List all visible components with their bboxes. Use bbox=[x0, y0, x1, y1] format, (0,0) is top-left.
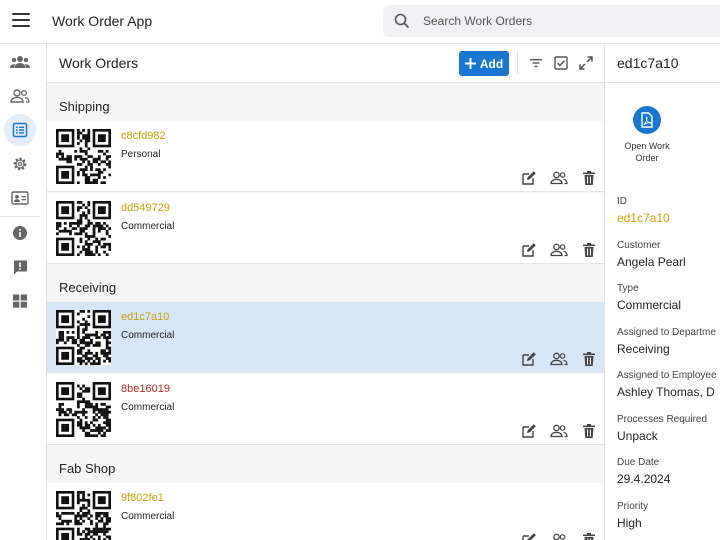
expand-icon[interactable] bbox=[578, 55, 594, 71]
nav-dashboard[interactable] bbox=[4, 285, 36, 317]
detail-field-label: Assigned to Departme bbox=[617, 326, 716, 338]
nav-employees[interactable] bbox=[4, 80, 36, 112]
open-work-order-button[interactable]: Open Work Order bbox=[618, 106, 676, 164]
detail-field-value: Unpack bbox=[617, 428, 658, 443]
edit-icon[interactable] bbox=[521, 532, 537, 540]
delete-icon[interactable] bbox=[581, 532, 597, 540]
plus-icon bbox=[464, 58, 476, 69]
edit-icon[interactable] bbox=[521, 351, 537, 367]
detail-field-value: Ashley Thomas, D bbox=[617, 385, 715, 399]
detail-field-label: Priority bbox=[617, 500, 649, 512]
detail-field-label: Customer bbox=[617, 239, 661, 251]
open-work-order-label: Open Work Order bbox=[624, 141, 670, 163]
edit-icon[interactable] bbox=[521, 423, 537, 439]
gear-icon bbox=[13, 157, 27, 171]
work-order-row[interactable]: 8be16019 Commercial bbox=[47, 374, 604, 445]
nav-contacts[interactable] bbox=[4, 182, 36, 214]
groups-icon bbox=[10, 56, 30, 68]
qr-code bbox=[56, 310, 111, 365]
work-order-id: ed1c7a10 bbox=[121, 311, 170, 323]
assign-people-icon[interactable] bbox=[550, 351, 568, 367]
add-button-label: Add bbox=[479, 56, 504, 71]
nav-customers[interactable] bbox=[4, 46, 36, 78]
assign-people-icon[interactable] bbox=[550, 532, 568, 540]
nav-settings[interactable] bbox=[4, 148, 36, 180]
top-app-bar: Work Order App bbox=[0, 0, 720, 44]
detail-field-value: 29.4.2024 bbox=[617, 472, 671, 486]
delete-icon[interactable] bbox=[581, 351, 597, 367]
info-icon bbox=[13, 226, 27, 240]
work-order-row[interactable]: 9f802fe1 Commercial bbox=[47, 483, 604, 540]
work-order-row[interactable]: dd549729 Commercial bbox=[47, 193, 604, 264]
search-icon bbox=[394, 13, 410, 29]
checkbox-icon[interactable] bbox=[553, 55, 569, 71]
search-input[interactable] bbox=[423, 5, 713, 37]
feedback-icon bbox=[14, 260, 27, 275]
search-box[interactable] bbox=[383, 5, 720, 37]
work-order-id: c8cfd982 bbox=[121, 130, 166, 142]
assign-people-icon[interactable] bbox=[550, 423, 568, 439]
detail-field-value: Receiving bbox=[617, 341, 670, 356]
qr-code bbox=[56, 129, 111, 184]
list-header: Work Orders Add bbox=[47, 44, 604, 83]
nav-feedback[interactable] bbox=[4, 251, 36, 283]
dashboard-icon bbox=[13, 294, 27, 308]
work-order-type: Commercial bbox=[121, 511, 175, 522]
nav-info[interactable] bbox=[4, 217, 36, 249]
add-button[interactable]: Add bbox=[459, 51, 509, 76]
qr-code bbox=[56, 201, 111, 256]
detail-field-value: Angela Pearl bbox=[617, 254, 686, 269]
detail-field-label: Assigned to Employee bbox=[617, 370, 717, 381]
side-nav bbox=[0, 44, 40, 540]
detail-pane: ed1c7a10 Open Work Order ID ed1c7a10 Cust… bbox=[606, 44, 720, 540]
nav-work-orders[interactable] bbox=[4, 114, 36, 146]
work-order-id: dd549729 bbox=[121, 202, 170, 214]
qr-code bbox=[56, 382, 111, 437]
header-divider bbox=[517, 52, 518, 74]
work-order-id: 8be16019 bbox=[121, 383, 170, 395]
detail-field-value: Commercial bbox=[617, 298, 682, 312]
app-title: Work Order App bbox=[52, 13, 153, 29]
work-order-type: Commercial bbox=[121, 221, 175, 232]
work-order-type: Commercial bbox=[121, 330, 175, 341]
work-order-type: Personal bbox=[121, 149, 161, 160]
contact-card-icon bbox=[11, 191, 29, 205]
detail-field-label: Processes Required bbox=[617, 413, 708, 425]
detail-header: ed1c7a10 bbox=[606, 44, 720, 83]
people-outline-icon bbox=[10, 89, 30, 103]
group-label: Fab Shop bbox=[59, 461, 116, 476]
detail-field-label: Type bbox=[617, 283, 639, 294]
delete-icon[interactable] bbox=[581, 423, 597, 439]
detail-field-value: ed1c7a10 bbox=[617, 211, 670, 225]
list-alt-icon bbox=[12, 122, 28, 138]
delete-icon[interactable] bbox=[581, 242, 597, 258]
detail-title: ed1c7a10 bbox=[617, 55, 679, 71]
delete-icon[interactable] bbox=[581, 170, 597, 186]
work-order-type: Commercial bbox=[121, 402, 175, 413]
edit-icon[interactable] bbox=[521, 242, 537, 258]
qr-code bbox=[56, 491, 111, 540]
work-order-row[interactable]: c8cfd982 Personal bbox=[47, 121, 604, 192]
pdf-icon bbox=[633, 106, 661, 134]
filter-icon[interactable] bbox=[528, 55, 544, 71]
list-title: Work Orders bbox=[59, 55, 139, 71]
work-orders-pane: Work Orders Add Shipping c8cfd982 Person… bbox=[46, 44, 605, 540]
assign-people-icon[interactable] bbox=[550, 242, 568, 258]
detail-field-label: ID bbox=[617, 196, 627, 207]
detail-field-value: High bbox=[617, 515, 642, 530]
menu-icon[interactable] bbox=[12, 13, 30, 29]
group-label: Receiving bbox=[59, 280, 117, 295]
group-label: Shipping bbox=[59, 99, 110, 114]
detail-field-label: Due Date bbox=[617, 457, 660, 468]
assign-people-icon[interactable] bbox=[550, 170, 568, 186]
edit-icon[interactable] bbox=[521, 170, 537, 186]
work-order-id: 9f802fe1 bbox=[121, 492, 164, 504]
work-order-row[interactable]: ed1c7a10 Commercial bbox=[47, 302, 604, 373]
